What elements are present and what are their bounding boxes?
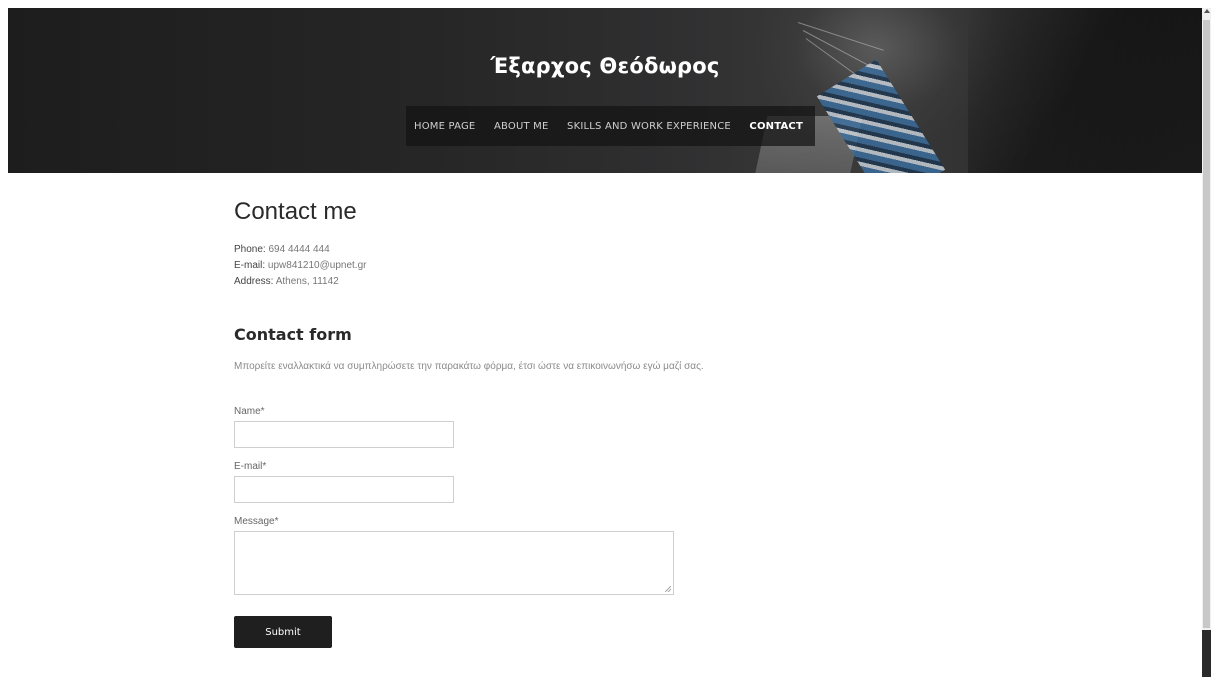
message-field xyxy=(234,531,674,595)
phone-value: 694 4444 444 xyxy=(268,244,330,255)
name-label: Name* xyxy=(234,406,265,417)
message-label: Message* xyxy=(234,516,279,527)
nav-item-contact[interactable]: CONTACT xyxy=(749,121,803,132)
top-strip xyxy=(0,0,1211,8)
nav-item-about[interactable]: ABOUT ME xyxy=(494,121,549,132)
email-value[interactable]: upw841210@upnet.gr xyxy=(268,260,367,271)
email-label: E-mail: xyxy=(234,260,266,271)
message-textarea[interactable] xyxy=(234,531,674,595)
site-title[interactable]: Έξαρχος Θεόδωρος xyxy=(8,54,1202,78)
phone-label: Phone: xyxy=(234,244,266,255)
scroll-up-arrow-icon[interactable] xyxy=(1204,9,1210,13)
scroll-thumb[interactable] xyxy=(1203,20,1210,628)
phone-line: Phone: 694 4444 444 xyxy=(234,242,366,258)
resize-grip-icon[interactable] xyxy=(665,586,671,592)
nav-item-home[interactable]: HOME PAGE xyxy=(414,121,475,132)
email-field-label: E-mail* xyxy=(234,461,267,472)
address-value: Athens, 11142 xyxy=(275,276,339,287)
email-input[interactable] xyxy=(234,476,454,503)
nav-item-skills[interactable]: SKILLS AND WORK EXPERIENCE xyxy=(567,121,731,132)
page-title: Contact me xyxy=(234,198,357,225)
submit-button[interactable]: Submit xyxy=(234,616,332,648)
contact-form-title: Contact form xyxy=(234,325,352,344)
email-line: E-mail: upw841210@upnet.gr xyxy=(234,258,366,274)
form-intro-text: Μπορείτε εναλλακτικά να συμπληρώσετε την… xyxy=(234,361,704,372)
address-label: Address: xyxy=(234,276,274,287)
name-input[interactable] xyxy=(234,421,454,448)
scroll-track-end xyxy=(1202,630,1211,677)
main-nav: HOME PAGE ABOUT ME SKILLS AND WORK EXPER… xyxy=(406,106,815,146)
header-hero: Έξαρχος Θεόδωρος HOME PAGE ABOUT ME SKIL… xyxy=(8,8,1202,173)
page-scrollbar[interactable] xyxy=(1202,8,1211,677)
address-line: Address: Athens, 11142 xyxy=(234,274,366,290)
contact-info: Phone: 694 4444 444 E-mail: upw841210@up… xyxy=(234,242,366,290)
hero-shadow xyxy=(968,8,1202,173)
